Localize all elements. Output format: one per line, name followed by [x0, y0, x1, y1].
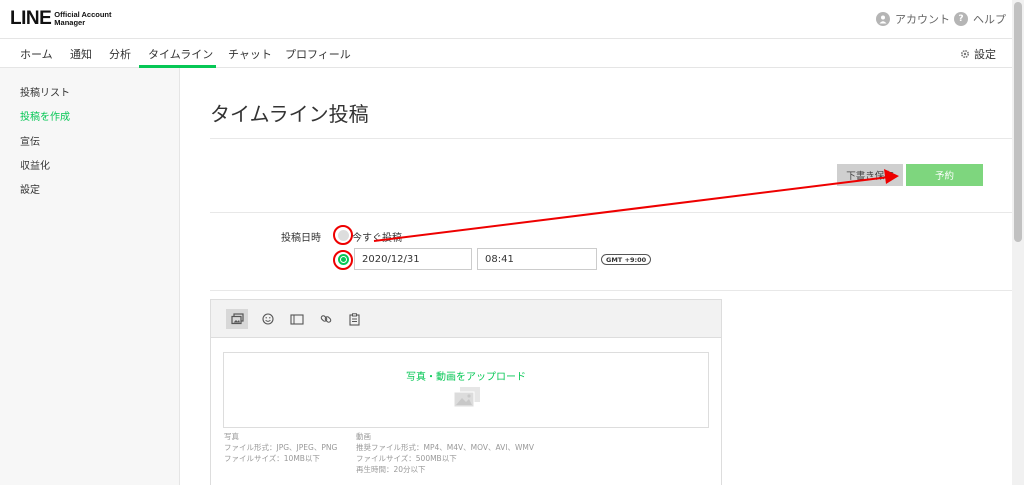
video-formats: 推奨ファイル形式：MP4、M4V、MOV、AVI、WMV	[356, 443, 535, 452]
divider	[210, 138, 1012, 139]
account-menu[interactable]: アカウント	[876, 11, 950, 27]
date-field[interactable]: 2020/12/31	[354, 248, 472, 270]
tab-notifications[interactable]: 通知	[70, 46, 92, 62]
photo-video-tool-button[interactable]	[226, 309, 248, 329]
line-oa-logo[interactable]: LINE Official Account Manager	[10, 8, 112, 30]
survey-tool-button[interactable]	[343, 309, 365, 329]
help-icon: ?	[954, 12, 968, 26]
video-requirements: 動画 推奨ファイル形式：MP4、M4V、MOV、AVI、WMV ファイルサイズ：…	[356, 431, 534, 475]
account-label: アカウント	[895, 13, 950, 26]
logo-wordmark: LINE	[10, 8, 52, 29]
account-avatar-icon	[876, 12, 890, 26]
photo-requirements: 写真 ファイル形式：JPG、JPEG、PNG ファイルサイズ：10MB以下	[224, 431, 337, 464]
smiley-icon	[262, 313, 274, 325]
video-heading: 動画	[356, 432, 371, 441]
page-title: タイムライン投稿	[210, 102, 369, 126]
sticker-tool-button[interactable]	[257, 309, 279, 329]
clipboard-icon	[348, 312, 360, 326]
post-datetime-label: 投稿日時	[281, 233, 321, 244]
main-nav-tabs: ホーム 通知 分析 タイムライン チャット プロフィール 設定	[0, 38, 1012, 68]
divider	[210, 290, 1012, 291]
link-tool-button[interactable]	[315, 309, 337, 329]
gear-icon	[960, 49, 970, 59]
video-duration: 再生時間：20分以下	[356, 465, 426, 474]
settings-link[interactable]: 設定	[960, 46, 996, 62]
photo-icon	[230, 313, 244, 325]
image-placeholder-icon	[453, 386, 481, 412]
post-now-label[interactable]: 今すぐ投稿	[352, 229, 402, 244]
time-field[interactable]: 08:41	[477, 248, 597, 270]
link-icon	[320, 313, 332, 325]
sidebar-item-post-list[interactable]: 投稿リスト	[20, 84, 70, 99]
sidebar-item-settings[interactable]: 設定	[20, 181, 40, 196]
sidebar-item-create-post[interactable]: 投稿を作成	[20, 108, 70, 123]
annotation-circle-now	[333, 225, 353, 245]
logo-subtitle-line2: Manager	[54, 18, 86, 27]
divider	[210, 212, 1012, 213]
schedule-button[interactable]: 予約	[906, 164, 983, 186]
photo-formats: ファイル形式：JPG、JPEG、PNG	[224, 443, 338, 452]
tab-home[interactable]: ホーム	[20, 46, 53, 62]
tab-analytics[interactable]: 分析	[109, 46, 131, 62]
coupon-tool-button[interactable]	[286, 309, 308, 329]
save-draft-button[interactable]: 下書き保存	[837, 164, 903, 186]
help-label: ヘルプ	[973, 13, 1006, 26]
tab-timeline[interactable]: タイムライン	[148, 46, 213, 62]
sidebar-item-promotion[interactable]: 宣伝	[20, 133, 40, 148]
sidebar: 投稿リスト 投稿を作成 宣伝 収益化 設定	[0, 68, 180, 485]
settings-label: 設定	[974, 48, 996, 61]
app-header: LINE Official Account Manager アカウント ? ヘル…	[0, 0, 1012, 38]
photo-size: ファイルサイズ：10MB以下	[224, 454, 320, 463]
tab-profile[interactable]: プロフィール	[285, 46, 351, 62]
upload-link[interactable]: 写真・動画をアップロード	[223, 368, 709, 383]
annotation-circle-scheduled	[333, 250, 353, 270]
timezone-badge: GMT +9:00	[601, 254, 652, 265]
video-size: ファイルサイズ：500MB以下	[356, 454, 457, 463]
tab-chat[interactable]: チャット	[228, 46, 272, 62]
card-icon	[290, 313, 304, 325]
scrollbar-thumb[interactable]	[1014, 2, 1022, 242]
help-link[interactable]: ? ヘルプ	[954, 11, 1006, 27]
photo-heading: 写真	[224, 432, 239, 441]
sidebar-item-monetization[interactable]: 収益化	[20, 157, 50, 172]
